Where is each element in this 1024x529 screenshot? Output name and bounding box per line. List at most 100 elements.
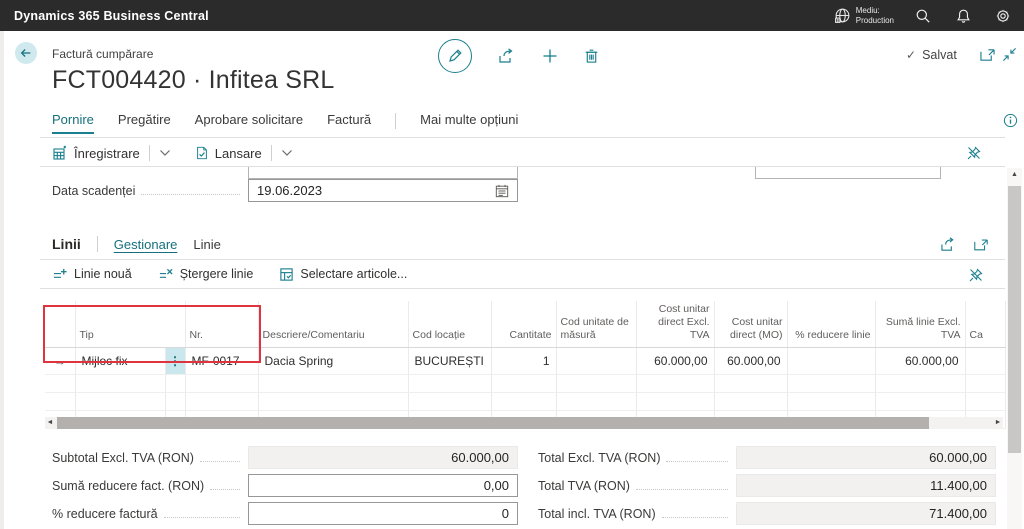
top-bar-actions: Mediu: Production	[834, 5, 1014, 27]
col-header-cost-unitar[interactable]: Cost unitar direct Excl. TVA	[636, 301, 714, 348]
horizontal-scrollbar-track[interactable]	[55, 417, 993, 429]
cut-off-field-right[interactable]	[755, 167, 941, 179]
table-row-empty	[45, 375, 1005, 393]
post-button[interactable]: Înregistrare	[52, 145, 140, 161]
environment-button[interactable]: Mediu: Production	[834, 6, 894, 26]
row-indicator: →	[45, 348, 75, 375]
unpin-lines-icon[interactable]	[968, 267, 984, 288]
col-header-nr[interactable]: Nr.	[185, 301, 258, 348]
lines-menu-linie[interactable]: Linie	[193, 237, 220, 252]
post-label: Înregistrare	[74, 146, 140, 161]
invoice-discount-pct-input[interactable]: 0	[248, 502, 518, 525]
share-lines-button[interactable]	[940, 237, 957, 252]
collapse-icon	[1002, 47, 1017, 62]
select-items-button[interactable]: Selectare articole...	[279, 267, 407, 282]
total-vat-row: Total TVA (RON) 11.400,00	[538, 474, 996, 497]
settings-gear-icon[interactable]	[992, 5, 1014, 27]
cell-cost-unitar[interactable]: 60.000,00	[636, 348, 714, 375]
col-header-cod-locatie[interactable]: Cod locație	[408, 301, 491, 348]
page-caption: Factură cumpărare	[52, 47, 153, 61]
info-icon[interactable]	[1003, 113, 1018, 128]
subtotal-value: 60.000,00	[451, 450, 509, 465]
col-header-tip[interactable]: Tip	[75, 301, 185, 348]
pencil-icon	[447, 48, 463, 64]
col-header-cod-um[interactable]: Cod unitate de măsură	[556, 301, 636, 348]
environment-globe-icon	[834, 7, 851, 24]
open-in-window-button[interactable]	[979, 47, 996, 62]
back-button[interactable]	[15, 42, 37, 64]
table-header-row: Tip Nr. Descriere/Comentariu Cod locație…	[45, 301, 1005, 348]
dotted-leader	[666, 461, 728, 462]
scroll-left-icon[interactable]: ◄	[45, 417, 55, 429]
delete-line-label: Ștergere linie	[180, 267, 254, 281]
trash-icon	[584, 48, 599, 64]
notifications-icon[interactable]	[952, 5, 974, 27]
dotted-leader	[164, 517, 240, 518]
col-header-truncated[interactable]: Ca	[965, 301, 1005, 348]
cut-off-field-left[interactable]	[248, 167, 518, 179]
unpin-actionbar-icon[interactable]	[966, 145, 982, 166]
tab-aprobare-solicitare[interactable]: Aprobare solicitare	[195, 112, 303, 132]
share-button[interactable]	[498, 48, 516, 64]
back-arrow-icon	[19, 46, 33, 60]
col-header-descriere[interactable]: Descriere/Comentariu	[258, 301, 408, 348]
tab-pornire[interactable]: Pornire	[52, 112, 94, 134]
invoice-discount-amount-input[interactable]: 0,00	[248, 474, 518, 497]
delete-button[interactable]	[584, 48, 599, 64]
more-options-button[interactable]: Mai multe opțiuni	[420, 112, 518, 132]
horizontal-scrollbar[interactable]: ◄ ►	[45, 417, 1003, 429]
col-header-suma-linie[interactable]: Sumă linie Excl. TVA	[875, 301, 965, 348]
new-button[interactable]	[542, 48, 558, 64]
cell-tip[interactable]: Mijloc fix	[75, 348, 165, 375]
lines-title: Linii	[52, 236, 81, 252]
cell-options-dots[interactable]: ⋮	[165, 348, 185, 375]
tab-pregatire[interactable]: Pregătire	[118, 112, 171, 132]
cell-suma-linie[interactable]: 60.000,00	[875, 348, 965, 375]
cell-reducere-linie[interactable]	[787, 348, 875, 375]
col-header-cantitate[interactable]: Cantitate	[491, 301, 556, 348]
edit-button[interactable]	[438, 39, 472, 73]
delete-line-button[interactable]: Ștergere linie	[158, 267, 254, 282]
collapse-button[interactable]	[1002, 47, 1017, 62]
cell-cod-locatie[interactable]: BUCUREȘTI	[408, 348, 491, 375]
scroll-right-icon[interactable]: ►	[993, 417, 1003, 429]
cell-truncated[interactable]	[965, 348, 1005, 375]
col-header-reducere-linie[interactable]: % reducere linie	[787, 301, 875, 348]
record-toolbar	[438, 39, 599, 73]
dotted-leader	[210, 489, 240, 490]
search-icon[interactable]	[912, 5, 934, 27]
lines-menu-gestionare[interactable]: Gestionare	[114, 237, 178, 252]
horizontal-scrollbar-thumb[interactable]	[57, 417, 929, 429]
col-header-cost-unitar-mo[interactable]: Cost unitar direct (MO)	[714, 301, 787, 348]
due-date-input[interactable]: 19.06.2023	[248, 179, 518, 202]
new-line-button[interactable]: Linie nouă	[52, 267, 132, 282]
due-date-value: 19.06.2023	[257, 183, 322, 198]
cell-cod-um[interactable]	[556, 348, 636, 375]
calendar-icon[interactable]	[495, 184, 509, 198]
post-dropdown-chevron[interactable]	[159, 149, 171, 157]
open-window-icon	[979, 47, 996, 62]
open-lines-in-window-button[interactable]	[973, 237, 989, 252]
total-excl-vat-value: 60.000,00	[929, 450, 987, 465]
app-window: Dynamics 365 Business Central Mediu: Pro…	[0, 0, 1024, 529]
tab-factura[interactable]: Factură	[327, 112, 371, 132]
lines-table: Tip Nr. Descriere/Comentariu Cod locație…	[45, 301, 1006, 429]
divider	[97, 236, 98, 252]
app-title[interactable]: Dynamics 365 Business Central	[14, 9, 209, 23]
vertical-scrollbar-thumb[interactable]	[1008, 186, 1021, 453]
total-vat-field: 11.400,00	[736, 474, 996, 497]
divider	[40, 288, 1005, 289]
environment-value: Production	[856, 16, 894, 26]
release-button[interactable]: Lansare	[195, 145, 262, 161]
cell-cost-unitar-mo[interactable]: 60.000,00	[714, 348, 787, 375]
vertical-scrollbar[interactable]: ▲	[1007, 168, 1022, 529]
cell-descriere[interactable]: Dacia Spring	[258, 348, 408, 375]
cell-cantitate[interactable]: 1	[491, 348, 556, 375]
table-row-empty	[45, 393, 1005, 411]
release-icon	[195, 145, 209, 161]
release-dropdown-chevron[interactable]	[281, 149, 293, 157]
total-excl-vat-field: 60.000,00	[736, 446, 996, 469]
cell-nr[interactable]: MF-0017	[185, 348, 258, 375]
total-excl-vat-label: Total Excl. TVA (RON)	[538, 451, 660, 465]
scroll-up-icon[interactable]: ▲	[1007, 168, 1022, 182]
